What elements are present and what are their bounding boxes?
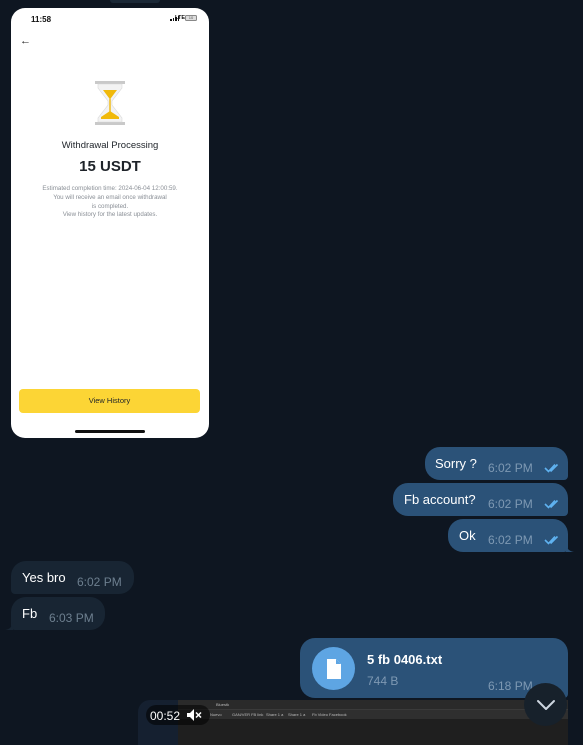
video-message-thumbnail[interactable]: Bluestk Nuevo GAN/VER FB link Share 1 a … — [178, 700, 568, 745]
note-line: View history for the latest updates. — [62, 211, 158, 219]
bookmark-item: Share 1 a — [288, 712, 306, 717]
video-browser-titlebar: Bluestk — [178, 700, 568, 709]
phone-network-label: LTE — [175, 15, 185, 21]
home-indicator — [75, 430, 145, 433]
withdrawal-status-title: Withdrawal Processing — [61, 140, 159, 151]
message-time: 6:02 PM — [77, 575, 122, 589]
message-bubble-incoming[interactable]: Yes bro 6:02 PM — [11, 561, 134, 594]
video-frame — [178, 719, 568, 745]
message-time: 6:18 PM — [488, 679, 533, 693]
view-history-button: View History — [19, 389, 200, 413]
video-duration: 00:52 — [150, 709, 181, 723]
read-checkmarks-icon — [544, 535, 559, 545]
withdrawal-note: Estimated completion time: 2024-06-04 12… — [25, 185, 195, 220]
note-line: You will receive an email once withdrawa… — [53, 193, 167, 201]
read-checkmarks-icon — [544, 499, 559, 509]
bookmark-item: Share 1 a — [266, 712, 284, 717]
bubble-tail — [5, 622, 13, 630]
message-bubble-outgoing[interactable]: Ok 6:02 PM — [448, 519, 568, 552]
file-size: 744 B — [367, 674, 399, 688]
phone-status-time: 11:58 — [31, 15, 52, 24]
hourglass-icon — [95, 81, 125, 125]
read-checkmarks-icon — [544, 463, 559, 473]
chevron-down-icon — [536, 699, 555, 710]
screenshot-image-message[interactable]: 11:58 LTE 10 ← Withdrawal Processing 15 … — [11, 8, 209, 438]
message-time: 6:02 PM — [488, 533, 533, 547]
scroll-to-bottom-button[interactable] — [524, 683, 567, 726]
bubble-tail — [566, 544, 574, 552]
withdrawal-amount: 15 USDT — [79, 158, 141, 175]
message-bubble-outgoing[interactable]: Fb account? 6:02 PM — [393, 483, 568, 516]
note-line: is completed. — [91, 202, 129, 210]
message-bubble-incoming[interactable]: Fb 6:03 PM — [11, 597, 105, 630]
bookmark-item: Nuevo — [210, 712, 222, 717]
file-message-bubble[interactable]: 5 fb 0406.txt 744 B 6:18 PM — [300, 638, 568, 698]
bookmark-item: Fb Video Facebook — [312, 712, 347, 717]
message-time: 6:02 PM — [488, 461, 533, 475]
bookmark-item: GAN/VER FB link — [232, 712, 264, 717]
message-text: Fb account? — [404, 492, 476, 507]
message-bubble-outgoing[interactable]: Sorry ? 6:02 PM — [425, 447, 568, 480]
file-download-button[interactable] — [312, 647, 355, 690]
video-duration-badge[interactable]: 00:52 — [146, 705, 210, 725]
message-text: Fb — [22, 606, 38, 621]
previous-message-edge — [110, 0, 160, 3]
video-browser-tab-title: Bluestk — [216, 702, 230, 707]
file-name[interactable]: 5 fb 0406.txt — [367, 652, 442, 667]
back-arrow-icon: ← — [20, 35, 31, 47]
message-time: 6:02 PM — [488, 497, 533, 511]
message-text: Yes bro — [22, 570, 66, 585]
note-line: Estimated completion time: 2024-06-04 12… — [42, 185, 178, 192]
muted-speaker-icon[interactable] — [186, 708, 202, 722]
battery-icon: 10 — [185, 15, 197, 21]
video-browser-bookmarks: Nuevo GAN/VER FB link Share 1 a Share 1 … — [178, 710, 568, 719]
message-text: Ok — [459, 528, 476, 543]
message-text: Sorry ? — [435, 456, 477, 471]
phone-status-bar: 11:58 LTE 10 — [11, 8, 209, 30]
document-icon — [326, 658, 341, 679]
message-time: 6:03 PM — [49, 611, 94, 625]
